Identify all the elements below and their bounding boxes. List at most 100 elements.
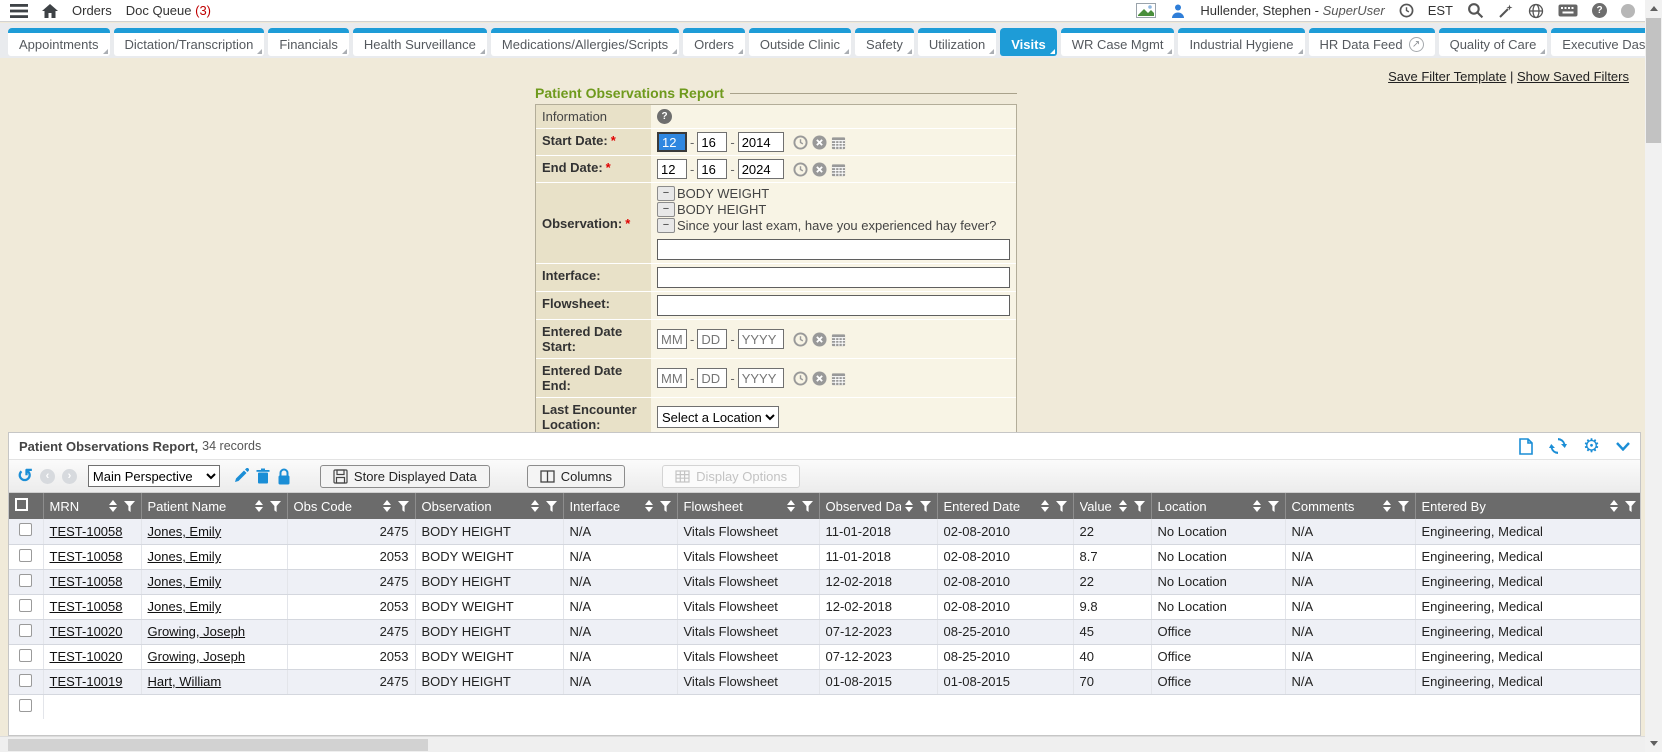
previous-perspective-icon[interactable]: ‹ xyxy=(40,469,55,484)
next-perspective-icon[interactable]: › xyxy=(62,469,77,484)
entered-date-end-mm-input[interactable] xyxy=(657,368,687,388)
filter-funnel-icon[interactable] xyxy=(124,501,135,512)
search-icon[interactable] xyxy=(1467,2,1484,19)
sort-icon[interactable] xyxy=(1253,500,1261,512)
tab-wr-case-mgmt[interactable]: WR Case Mgmt xyxy=(1061,28,1175,56)
start-date-mm-input[interactable] xyxy=(657,132,687,152)
new-document-icon[interactable] xyxy=(1519,438,1533,455)
edit-pencil-icon[interactable] xyxy=(233,468,249,484)
location-select[interactable]: Select a Location xyxy=(657,406,779,428)
filter-funnel-icon[interactable] xyxy=(270,501,281,512)
sort-icon[interactable] xyxy=(1383,500,1391,512)
filter-funnel-icon[interactable] xyxy=(1268,501,1279,512)
sort-icon[interactable] xyxy=(1041,500,1049,512)
row-checkbox[interactable] xyxy=(19,649,32,662)
end-date-dd-input[interactable] xyxy=(697,159,727,179)
magic-wand-icon[interactable] xyxy=(1498,3,1514,19)
tab-safety[interactable]: Safety xyxy=(855,28,914,56)
hamburger-menu-icon[interactable] xyxy=(10,4,28,18)
tab-industrial-hygiene[interactable]: Industrial Hygiene xyxy=(1178,28,1304,56)
mrn-link[interactable]: TEST-10020 xyxy=(50,649,123,664)
start-date-dd-input[interactable] xyxy=(697,132,727,152)
sort-icon[interactable] xyxy=(1119,500,1127,512)
presence-status-icon[interactable] xyxy=(1621,4,1635,18)
interface-input[interactable] xyxy=(657,267,1010,288)
entered-date-end-yyyy-input[interactable] xyxy=(738,368,784,388)
tab-outside-clinic[interactable]: Outside Clinic xyxy=(749,28,851,56)
row-checkbox[interactable] xyxy=(19,523,32,536)
lock-icon[interactable] xyxy=(277,468,291,485)
mrn-link[interactable]: TEST-10020 xyxy=(50,624,123,639)
tab-medications-allergies-scripts[interactable]: Medications/Allergies/Scripts xyxy=(491,28,679,56)
mrn-link[interactable]: TEST-10058 xyxy=(50,599,123,614)
doc-queue-link[interactable]: Doc Queue (3) xyxy=(126,3,211,18)
column-header[interactable]: Obs Code xyxy=(287,493,415,519)
tab-visits[interactable]: Visits xyxy=(1000,28,1056,56)
scroll-up-arrow[interactable] xyxy=(1645,0,1662,17)
image-thumbnail-icon[interactable] xyxy=(1136,3,1156,18)
column-header[interactable]: MRN xyxy=(43,493,141,519)
user-info[interactable]: Hullender, Stephen - SuperUser xyxy=(1200,3,1384,18)
column-header[interactable]: Entered Date xyxy=(937,493,1073,519)
patient-name-link[interactable]: Growing, Joseph xyxy=(148,649,246,664)
clear-date-icon[interactable] xyxy=(812,371,827,386)
delete-trash-icon[interactable] xyxy=(256,468,270,484)
keyboard-icon[interactable] xyxy=(1558,4,1578,17)
sort-icon[interactable] xyxy=(645,500,653,512)
column-header[interactable]: Patient Name xyxy=(141,493,287,519)
help-icon[interactable]: ? xyxy=(1592,3,1607,18)
sort-icon[interactable] xyxy=(383,500,391,512)
time-icon[interactable] xyxy=(793,332,808,347)
patient-name-link[interactable]: Hart, William xyxy=(148,674,222,689)
sort-icon[interactable] xyxy=(905,500,913,512)
patient-name-link[interactable]: Jones, Emily xyxy=(148,599,222,614)
tab-hr-data-feed[interactable]: HR Data Feed↗ xyxy=(1309,28,1435,56)
vertical-scrollbar[interactable] xyxy=(1645,0,1662,752)
gear-icon[interactable]: ⚙ xyxy=(1583,437,1600,456)
end-date-mm-input[interactable] xyxy=(657,159,687,179)
entered-date-start-mm-input[interactable] xyxy=(657,329,687,349)
select-all-checkbox[interactable] xyxy=(15,498,28,511)
column-header[interactable]: Entered By xyxy=(1415,493,1641,519)
flowsheet-input[interactable] xyxy=(657,295,1010,316)
filter-funnel-icon[interactable] xyxy=(802,501,813,512)
save-filter-template-link[interactable]: Save Filter Template xyxy=(1388,69,1506,84)
column-header[interactable]: Observation xyxy=(415,493,563,519)
filter-funnel-icon[interactable] xyxy=(920,501,931,512)
row-checkbox[interactable] xyxy=(19,674,32,687)
filter-funnel-icon[interactable] xyxy=(398,501,409,512)
mrn-link[interactable]: TEST-10058 xyxy=(50,574,123,589)
horizontal-scrollbar-thumb[interactable] xyxy=(8,739,428,751)
refresh-icon[interactable] xyxy=(1549,438,1567,454)
globe-icon[interactable] xyxy=(1528,3,1544,19)
time-icon[interactable] xyxy=(793,371,808,386)
calendar-icon[interactable] xyxy=(831,332,846,347)
entered-date-start-dd-input[interactable] xyxy=(697,329,727,349)
time-icon[interactable] xyxy=(793,162,808,177)
collapse-chevron-icon[interactable] xyxy=(1616,442,1630,451)
column-header[interactable]: Value xyxy=(1073,493,1151,519)
tab-quality-of-care[interactable]: Quality of Care xyxy=(1439,28,1548,56)
time-icon[interactable] xyxy=(793,135,808,150)
row-checkbox[interactable] xyxy=(19,574,32,587)
tab-financials[interactable]: Financials xyxy=(268,28,349,56)
store-displayed-data-button[interactable]: Store Displayed Data xyxy=(320,465,490,488)
entered-date-start-yyyy-input[interactable] xyxy=(738,329,784,349)
calendar-icon[interactable] xyxy=(831,371,846,386)
information-help-icon[interactable]: ? xyxy=(657,109,672,124)
orders-link[interactable]: Orders xyxy=(72,3,112,18)
patient-name-link[interactable]: Growing, Joseph xyxy=(148,624,246,639)
footer-checkbox[interactable] xyxy=(19,699,32,712)
show-saved-filters-link[interactable]: Show Saved Filters xyxy=(1517,69,1629,84)
calendar-icon[interactable] xyxy=(831,135,846,150)
mrn-link[interactable]: TEST-10058 xyxy=(50,549,123,564)
column-header[interactable]: Flowsheet xyxy=(677,493,819,519)
sort-icon[interactable] xyxy=(255,500,263,512)
patient-name-link[interactable]: Jones, Emily xyxy=(148,524,222,539)
start-date-yyyy-input[interactable] xyxy=(738,132,784,152)
tab-health-surveillance[interactable]: Health Surveillance xyxy=(353,28,487,56)
clear-date-icon[interactable] xyxy=(812,162,827,177)
column-header[interactable]: Observed Date xyxy=(819,493,937,519)
row-checkbox[interactable] xyxy=(19,624,32,637)
patient-name-link[interactable]: Jones, Emily xyxy=(148,549,222,564)
